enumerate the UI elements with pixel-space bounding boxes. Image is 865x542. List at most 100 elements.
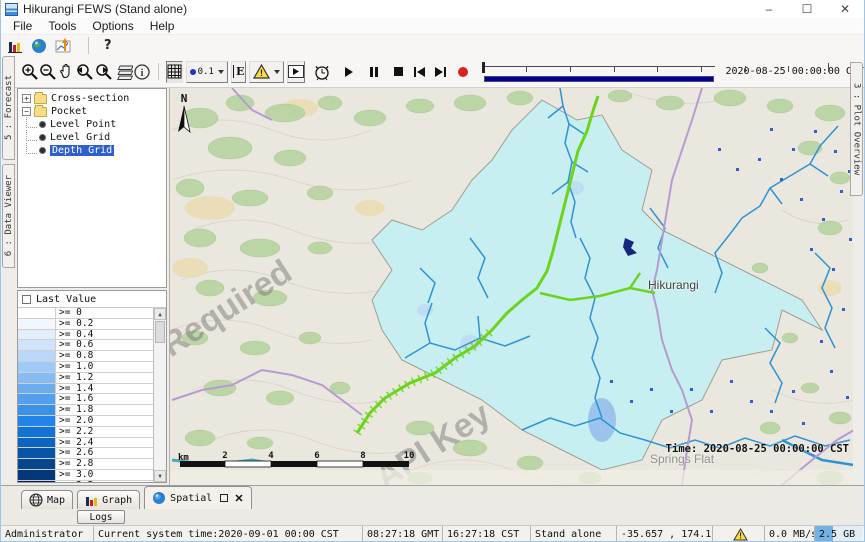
legend-row: >= 0.2 (18, 319, 153, 330)
map-toolbar: i 0.1 E ! (1, 56, 864, 88)
menu-file[interactable]: File (5, 19, 40, 33)
toolbar-separator (158, 63, 159, 80)
pause-button[interactable] (366, 61, 381, 83)
tree-item-depth-grid[interactable]: Depth Grid (18, 144, 166, 157)
maximize-button[interactable]: ☐ (788, 0, 826, 18)
status-gmt-time: 08:27:18 GMT (363, 526, 443, 542)
tab-map[interactable]: Map (21, 490, 73, 509)
folder-icon (34, 107, 47, 117)
zoom-out-icon[interactable] (39, 61, 57, 83)
chevron-down-icon (274, 70, 280, 74)
status-system-time: Current system time:2020-09-01 00:00 CST (94, 526, 363, 542)
svg-text:i: i (141, 68, 144, 79)
main-area: + Cross-section − Pocket Level Point (1, 88, 864, 485)
bullet-icon (39, 134, 46, 141)
bottom-tab-bar: Map Graph Spatial ✕ (1, 485, 864, 509)
legend-list: >= 0 >= 0.2 >= 0.4 >= 0.6 >= 0.8 >= 1.0 … (18, 308, 153, 482)
grid-display-toggle[interactable] (166, 61, 183, 83)
tab-spatial[interactable]: Spatial ✕ (144, 486, 251, 509)
svg-text:4: 4 (268, 451, 274, 461)
chevron-down-icon (218, 70, 224, 74)
zoom-previous-icon[interactable] (75, 61, 94, 83)
panel-tab-plot-overview[interactable]: 3 : Plot Overview (850, 62, 863, 196)
main-toolbar: ? (1, 35, 864, 56)
title-bar: Hikurangi FEWS (Stand alone) – ☐ ✕ (1, 0, 864, 18)
scroll-down-icon[interactable]: ▼ (154, 470, 166, 482)
status-coordinates: -35.657 , 174.199 (617, 526, 713, 542)
tree-item-level-grid[interactable]: Level Grid (18, 131, 166, 144)
animation-player-button[interactable] (287, 61, 305, 83)
collapse-icon[interactable]: − (22, 107, 31, 116)
panel-tab-forecast[interactable]: 5 : Forecast (2, 56, 15, 160)
scale-value: 0.1 (198, 67, 214, 77)
close-panel-icon[interactable]: ✕ (234, 492, 243, 505)
legend-toggle-button[interactable]: E (231, 61, 247, 83)
legend-letter: E (233, 65, 244, 78)
step-back-button[interactable] (412, 61, 427, 83)
animation-timer-icon[interactable] (313, 61, 331, 83)
map-canvas[interactable]: API Key Required API Key Required (169, 88, 853, 485)
status-warning-cell[interactable]: ! (713, 526, 765, 542)
menu-tools[interactable]: Tools (40, 19, 84, 33)
database-icon[interactable] (7, 38, 23, 54)
app-window: Hikurangi FEWS (Stand alone) – ☐ ✕ File … (0, 0, 865, 542)
play-button[interactable] (341, 61, 356, 83)
classification-dropdown[interactable]: 0.1 (186, 61, 228, 83)
pan-hand-icon[interactable] (57, 61, 75, 83)
logs-button[interactable]: Logs (77, 510, 125, 524)
step-forward-button[interactable] (433, 61, 448, 83)
warning-threshold-dropdown[interactable]: ! (249, 61, 284, 83)
menu-bar: File Tools Options Help (1, 18, 864, 35)
legend-scrollbar[interactable]: ▲ ▼ (153, 308, 166, 482)
svg-text:2: 2 (222, 451, 227, 461)
svg-text:10: 10 (404, 451, 415, 461)
minimize-button[interactable]: – (750, 0, 788, 18)
help-icon[interactable]: ? (104, 38, 112, 53)
tab-graph[interactable]: Graph (77, 490, 140, 509)
bullet-icon (39, 121, 46, 128)
zoom-next-icon[interactable] (94, 61, 113, 83)
status-memory: 2.5 GB (815, 526, 862, 542)
panel-tab-data-viewer[interactable]: 6 : Data Viewer (2, 164, 15, 268)
legend-row: >= 2.2 (18, 427, 153, 438)
map-artwork: API Key Required API Key Required (170, 88, 853, 485)
close-button[interactable]: ✕ (826, 0, 864, 18)
svg-text:!: ! (738, 531, 743, 540)
tree-connector (26, 117, 37, 128)
time-slider[interactable] (481, 59, 718, 85)
left-panel: + Cross-section − Pocket Level Point (15, 88, 169, 485)
maximize-panel-icon[interactable] (220, 494, 228, 502)
current-time-label: 2020-08-25 00:00:00 CST (725, 66, 863, 77)
zoom-in-icon[interactable] (21, 61, 39, 83)
time-slider-thumb[interactable] (482, 62, 485, 73)
menu-help[interactable]: Help (142, 19, 183, 33)
warning-icon: ! (733, 528, 748, 541)
last-value-label: Last Value (36, 294, 96, 305)
town-label: Hikurangi (648, 278, 699, 292)
map-time-label: Time: 2020-08-25 00:00:00 CST (666, 443, 849, 455)
legend-panel: Last Value >= 0 >= 0.2 >= 0.4 >= 0.6 >= … (17, 290, 167, 483)
map-display-globe-icon[interactable] (31, 38, 47, 54)
last-value-checkbox[interactable] (22, 295, 31, 304)
toolbar-separator (88, 37, 89, 54)
timeseries-chart-icon[interactable] (55, 38, 73, 54)
tree-item-level-point[interactable]: Level Point (18, 118, 166, 131)
svg-text:N: N (181, 92, 188, 105)
info-icon[interactable]: i (133, 61, 151, 83)
record-button[interactable] (456, 61, 471, 83)
dot-icon (190, 69, 196, 75)
app-logo-icon (5, 3, 18, 16)
tree-item-pocket[interactable]: − Pocket (18, 105, 166, 118)
warning-icon: ! (253, 64, 270, 79)
stop-button[interactable] (391, 61, 406, 83)
blue-globe-icon (152, 491, 166, 505)
expand-icon[interactable]: + (22, 94, 31, 103)
bar-chart-icon (85, 494, 98, 507)
layers-icon[interactable] (113, 61, 133, 83)
folder-icon (34, 94, 47, 104)
scroll-up-icon[interactable]: ▲ (154, 308, 166, 320)
menu-options[interactable]: Options (84, 19, 141, 33)
time-slider-range-bar[interactable] (484, 76, 715, 82)
tree-item-cross-section[interactable]: + Cross-section (18, 92, 166, 105)
scroll-thumb[interactable] (155, 321, 165, 343)
